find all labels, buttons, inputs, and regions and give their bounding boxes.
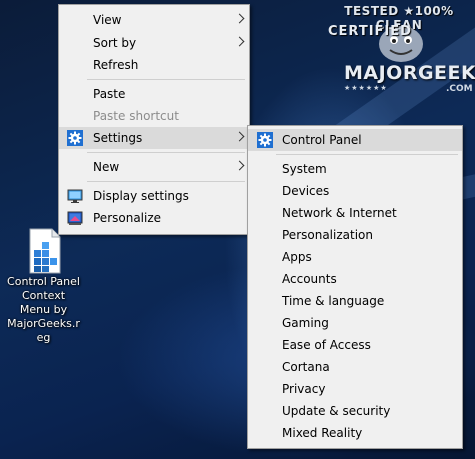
chevron-right-icon	[234, 160, 245, 171]
gear-icon	[67, 130, 83, 146]
registry-file-icon	[29, 228, 61, 274]
menu-item-view[interactable]: View	[59, 9, 249, 31]
menu-separator	[276, 154, 458, 155]
gear-icon	[257, 132, 273, 148]
menu-item-sort-by[interactable]: Sort by	[59, 32, 249, 54]
watermark-stars: ★★★★★★	[344, 84, 388, 92]
personalize-icon	[67, 211, 83, 225]
submenu-item-mixed-reality[interactable]: Mixed Reality	[248, 422, 462, 444]
desktop-icon-caption: Control Panel Context Menu by MajorGeeks…	[7, 275, 80, 344]
menu-item-settings[interactable]: Settings	[59, 127, 249, 149]
desktop-context-menu: View Sort by Refresh Paste Paste shortcu…	[58, 4, 250, 235]
menu-separator	[87, 152, 245, 153]
display-settings-icon	[67, 189, 83, 203]
menu-item-personalize[interactable]: Personalize	[59, 207, 249, 229]
submenu-item-accounts[interactable]: Accounts	[248, 268, 462, 290]
chevron-right-icon	[234, 131, 245, 142]
menu-item-paste-shortcut: Paste shortcut	[93, 109, 179, 123]
desktop-icon-reg-file[interactable]: Control Panel Context Menu by MajorGeeks…	[6, 224, 80, 352]
watermark-domain-text: .COM	[446, 84, 473, 94]
submenu-item-time-language[interactable]: Time & language	[248, 290, 462, 312]
submenu-item-privacy[interactable]: Privacy	[248, 378, 462, 400]
submenu-item-control-panel[interactable]: Control Panel	[248, 129, 462, 151]
settings-submenu: Control Panel System Devices Network & I…	[247, 125, 463, 449]
submenu-item-ease-of-access[interactable]: Ease of Access	[248, 334, 462, 356]
menu-item-refresh[interactable]: Refresh	[59, 54, 249, 76]
menu-separator	[87, 79, 245, 80]
submenu-item-personalization[interactable]: Personalization	[248, 224, 462, 246]
chevron-right-icon	[234, 36, 245, 47]
chevron-right-icon	[234, 13, 245, 24]
menu-separator	[87, 181, 245, 182]
submenu-item-network-internet[interactable]: Network & Internet	[248, 202, 462, 224]
submenu-item-cortana[interactable]: Cortana	[248, 356, 462, 378]
majorgeeks-watermark: TESTED ★100% CLEAN CERTIFIED MAJORGEEKS …	[326, 4, 475, 98]
menu-item-display-settings[interactable]: Display settings	[59, 185, 249, 207]
submenu-item-gaming[interactable]: Gaming	[248, 312, 462, 334]
watermark-brand-text: MAJORGEEKS	[344, 62, 475, 84]
submenu-item-system[interactable]: System	[248, 158, 462, 180]
submenu-item-apps[interactable]: Apps	[248, 246, 462, 268]
watermark-certified-text: CERTIFIED	[328, 24, 412, 39]
submenu-item-devices[interactable]: Devices	[248, 180, 462, 202]
submenu-item-update-security[interactable]: Update & security	[248, 400, 462, 422]
menu-item-new[interactable]: New	[59, 156, 249, 178]
menu-item-paste[interactable]: Paste	[59, 83, 249, 105]
